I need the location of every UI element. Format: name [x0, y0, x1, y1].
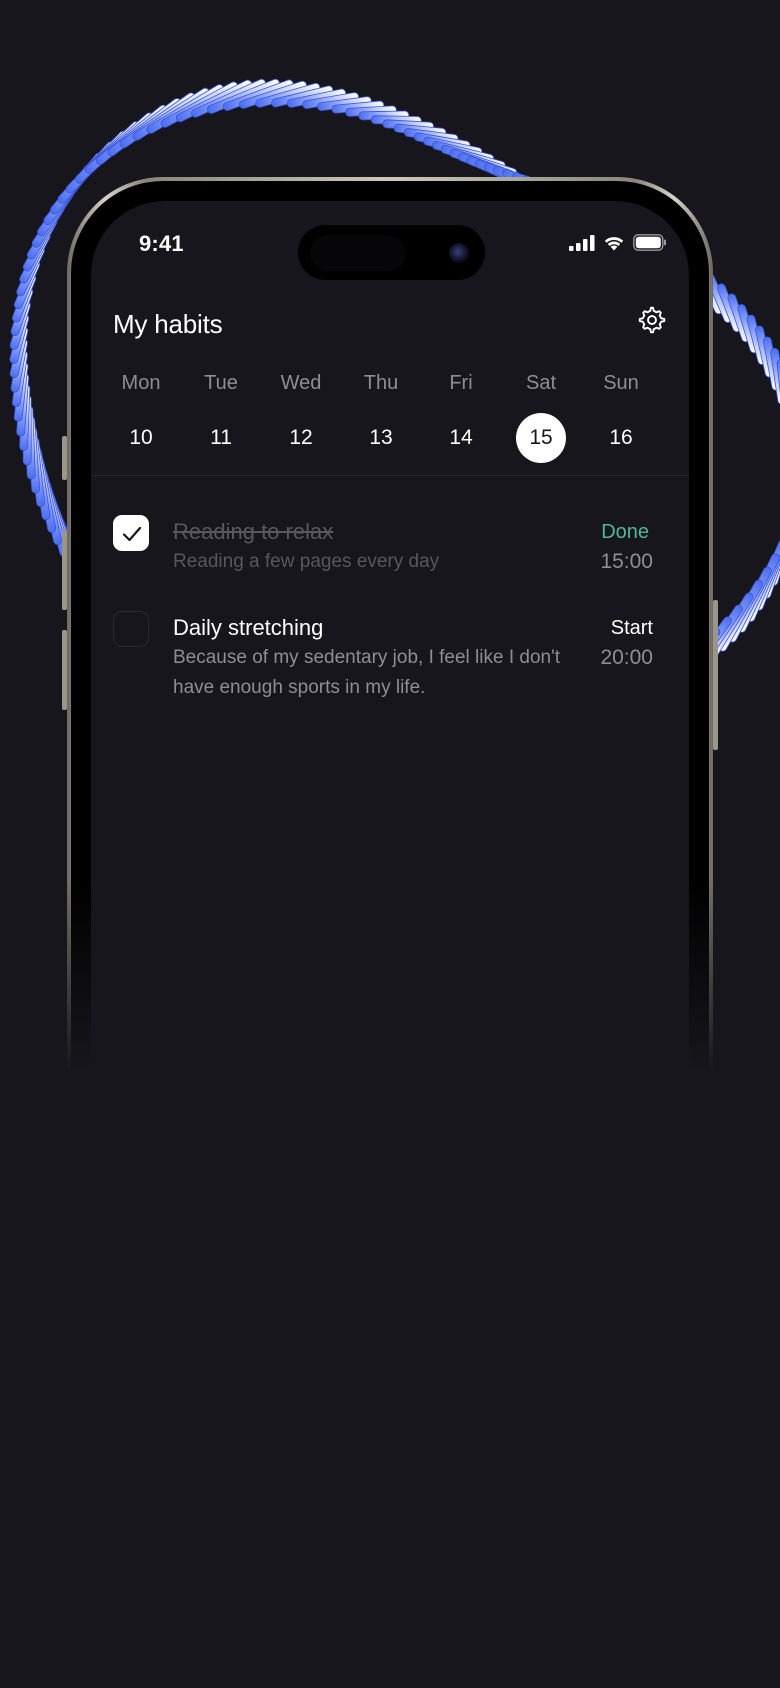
day-fri[interactable]: Fri 14	[421, 369, 501, 463]
day-number: 13	[369, 426, 393, 449]
volume-down-button	[62, 630, 67, 710]
camera-icon	[449, 243, 469, 263]
habit-description: Reading a few pages every day	[173, 551, 440, 572]
day-wed[interactable]: Wed 12	[261, 369, 341, 463]
battery-icon	[633, 234, 666, 251]
checkmark-icon	[122, 526, 142, 542]
habit-status: Start	[610, 617, 653, 639]
day-number: 12	[289, 426, 313, 449]
habit-item-stretching[interactable]: Daily stretching Because of my sedentary…	[113, 611, 653, 711]
day-number: 10	[129, 426, 153, 449]
day-sun[interactable]: Sun 16	[581, 369, 661, 463]
day-number: 11	[210, 426, 232, 449]
gear-icon[interactable]	[637, 305, 667, 335]
day-name: Mon	[121, 372, 161, 394]
habit-description: Because of my sedentary job, I feel like…	[173, 647, 561, 698]
habit-item-reading[interactable]: Reading to relax Reading a few pages eve…	[113, 515, 653, 585]
day-sat[interactable]: Sat 15	[501, 369, 581, 463]
habit-time: 20:00	[600, 646, 653, 669]
habit-time: 15:00	[600, 550, 653, 573]
day-number: 16	[609, 426, 633, 449]
signal-icon	[569, 234, 595, 251]
day-name: Tue	[204, 372, 238, 394]
divider	[91, 475, 689, 476]
day-number: 14	[449, 426, 473, 449]
habit-title: Reading to relax	[173, 519, 334, 544]
power-button	[713, 600, 718, 750]
day-tue[interactable]: Tue 11	[181, 369, 261, 463]
day-number-selected: 15	[516, 413, 566, 463]
day-thu[interactable]: Thu 13	[341, 369, 421, 463]
day-name: Sat	[525, 372, 557, 394]
day-mon[interactable]: Mon 10	[101, 369, 181, 463]
habit-checkbox[interactable]	[113, 515, 149, 551]
volume-up-button	[62, 530, 67, 610]
day-name: Fri	[449, 372, 473, 394]
week-strip: Mon 10 Tue 11 Wed 12 Thu 13 Fri 14 Sat 1…	[101, 369, 661, 463]
page-title: My habits	[113, 309, 223, 339]
status-icons	[569, 234, 667, 251]
day-name: Thu	[363, 372, 399, 394]
day-name: Sun	[603, 372, 639, 394]
wifi-icon	[604, 236, 624, 250]
habit-title: Daily stretching	[173, 615, 324, 640]
habit-status: Done	[601, 521, 649, 543]
bottom-fade	[0, 880, 780, 1200]
dynamic-island	[298, 225, 485, 280]
status-time: 9:41	[139, 231, 184, 256]
day-name: Wed	[280, 372, 322, 394]
habit-checkbox[interactable]	[113, 611, 149, 647]
action-button	[62, 436, 67, 480]
